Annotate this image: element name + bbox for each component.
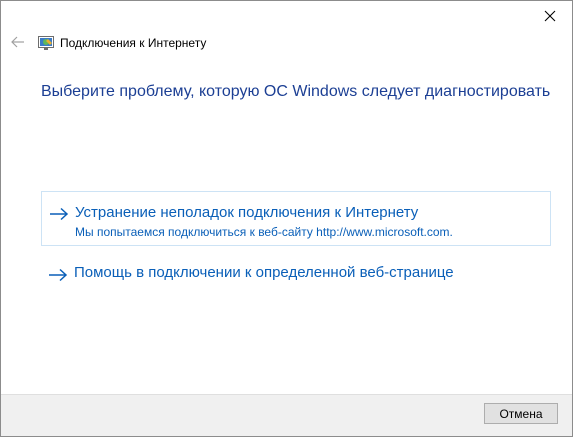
option-description: Мы попытаемся подключиться к веб-сайту h… bbox=[75, 225, 453, 239]
option-title: Помощь в подключении к определенной веб-… bbox=[74, 264, 454, 281]
page-heading: Выберите проблему, которую ОС Windows сл… bbox=[41, 83, 551, 100]
close-icon bbox=[544, 10, 556, 22]
network-troubleshooter-icon bbox=[38, 36, 54, 50]
back-button[interactable] bbox=[7, 33, 29, 51]
cancel-button[interactable]: Отмена bbox=[484, 403, 558, 424]
dialog-footer: Отмена bbox=[1, 394, 572, 436]
troubleshooter-window: Подключения к Интернету Выберите проблем… bbox=[0, 0, 573, 437]
back-arrow-icon bbox=[11, 36, 24, 48]
option-title: Устранение неполадок подключения к Интер… bbox=[75, 204, 419, 221]
close-button[interactable] bbox=[528, 1, 572, 31]
option-internet-troubleshoot[interactable]: Устранение неполадок подключения к Интер… bbox=[41, 191, 551, 246]
arrow-right-icon bbox=[50, 207, 69, 221]
option-webpage-help[interactable]: Помощь в подключении к определенной веб-… bbox=[41, 258, 551, 288]
window-title: Подключения к Интернету bbox=[60, 36, 207, 50]
arrow-right-icon bbox=[49, 268, 68, 282]
